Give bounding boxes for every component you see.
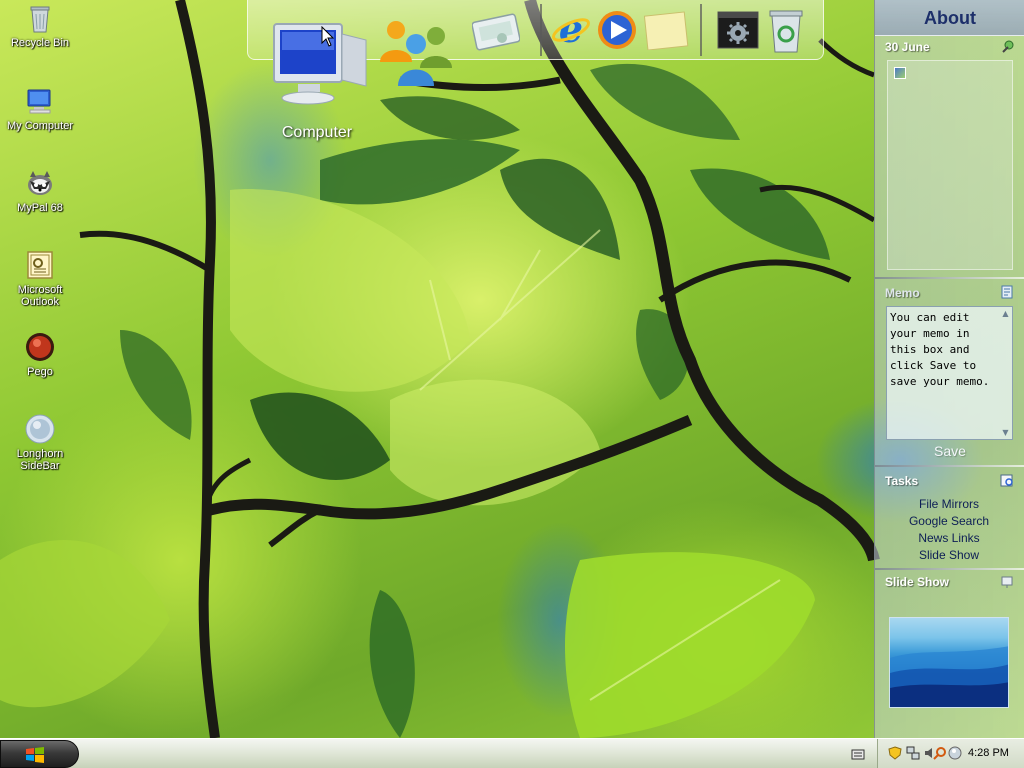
memo-save-button[interactable]: Save bbox=[910, 443, 990, 461]
sidebar-tray-icon[interactable] bbox=[948, 746, 962, 760]
keyboard-icon[interactable] bbox=[851, 747, 865, 761]
taskbar-clock[interactable]: 4:28 PM bbox=[968, 747, 1009, 759]
desktop-icon-outlook[interactable]: Microsoft Outlook bbox=[2, 249, 78, 308]
desktop-icon-mypal[interactable]: MyPal 68 bbox=[2, 167, 78, 214]
slideshow-title: Slide Show bbox=[885, 575, 950, 589]
scroll-down-arrow-icon[interactable]: ▼ bbox=[1001, 428, 1010, 437]
task-link-file-mirrors[interactable]: File Mirrors bbox=[874, 497, 1024, 511]
calendar-pin-icon[interactable] bbox=[1000, 40, 1014, 54]
dock-separator bbox=[700, 4, 702, 56]
security-shield-icon[interactable] bbox=[888, 746, 902, 760]
dock-computer-label: Computer bbox=[281, 124, 353, 141]
pego-icon bbox=[26, 333, 54, 361]
outlook-icon bbox=[27, 251, 53, 279]
settings-icon[interactable] bbox=[716, 8, 760, 52]
internet-explorer-icon[interactable]: e bbox=[550, 8, 592, 50]
calendar-thumbnail-icon bbox=[894, 67, 906, 79]
network-icon[interactable] bbox=[472, 8, 520, 54]
start-button[interactable] bbox=[0, 740, 79, 768]
sidebar-about-title[interactable]: About bbox=[875, 0, 1024, 36]
memo-textbox[interactable]: You can edit your memo in this box and c… bbox=[886, 306, 1013, 440]
task-link-slide-show[interactable]: Slide Show bbox=[874, 548, 1024, 562]
dock-separator bbox=[540, 4, 542, 56]
scroll-up-arrow-icon[interactable]: ▲ bbox=[1001, 309, 1010, 318]
sticky-note-icon[interactable] bbox=[644, 10, 690, 50]
sidebar-divider bbox=[875, 277, 1024, 279]
mypal-browser-icon bbox=[28, 171, 52, 195]
memo-text[interactable]: You can edit your memo in this box and c… bbox=[889, 309, 1001, 437]
sidebar-divider bbox=[875, 465, 1024, 467]
windows-logo-icon bbox=[26, 747, 44, 763]
recycle-bin-icon[interactable] bbox=[766, 6, 806, 54]
recycle-bin-icon bbox=[30, 6, 50, 33]
dock-computer-icon[interactable] bbox=[270, 20, 370, 110]
desktop-icon-my-computer[interactable]: My Computer bbox=[2, 85, 78, 132]
desktop-icon-pego[interactable]: Pego bbox=[2, 331, 78, 378]
search-icon[interactable] bbox=[933, 746, 947, 760]
desktop-icon-longhorn-sidebar[interactable]: Longhorn SideBar bbox=[2, 413, 78, 472]
desktop-icon-label: Recycle Bin bbox=[10, 37, 70, 49]
desktop-icon-label: Pego bbox=[27, 366, 53, 378]
my-computer-icon bbox=[27, 89, 51, 114]
desktop-icon-label: Longhorn SideBar bbox=[16, 448, 64, 472]
network-connection-icon[interactable] bbox=[906, 746, 920, 760]
memo-title: Memo bbox=[885, 286, 920, 300]
desktop-icon-label: MyPal 68 bbox=[17, 202, 63, 214]
desktop-icon-label: My Computer bbox=[6, 120, 74, 132]
sidebar-date: 30 June bbox=[885, 40, 930, 54]
tasks-title: Tasks bbox=[885, 474, 919, 488]
slideshow-icon[interactable] bbox=[1000, 575, 1014, 589]
task-link-news-links[interactable]: News Links bbox=[874, 531, 1024, 545]
tasks-icon[interactable] bbox=[1000, 473, 1014, 487]
slideshow-image[interactable] bbox=[889, 617, 1009, 708]
longhorn-sidebar-icon bbox=[25, 414, 55, 444]
desktop-icon-label: Microsoft Outlook bbox=[17, 284, 63, 308]
memo-scrollbar[interactable]: ▲ ▼ bbox=[1000, 308, 1011, 438]
calendar-widget bbox=[887, 60, 1013, 270]
desktop-icon-recycle-bin[interactable]: Recycle Bin bbox=[2, 2, 78, 49]
desktop-wallpaper bbox=[0, 0, 1024, 768]
memo-icon[interactable] bbox=[1000, 285, 1014, 299]
task-link-google-search[interactable]: Google Search bbox=[874, 514, 1024, 528]
mouse-cursor-icon bbox=[321, 26, 335, 47]
media-player-icon[interactable] bbox=[596, 9, 638, 51]
taskbar: 4:28 PM bbox=[0, 738, 1024, 768]
users-icon[interactable] bbox=[376, 16, 458, 88]
sidebar-divider bbox=[875, 568, 1024, 570]
svg-text:e: e bbox=[559, 8, 583, 50]
